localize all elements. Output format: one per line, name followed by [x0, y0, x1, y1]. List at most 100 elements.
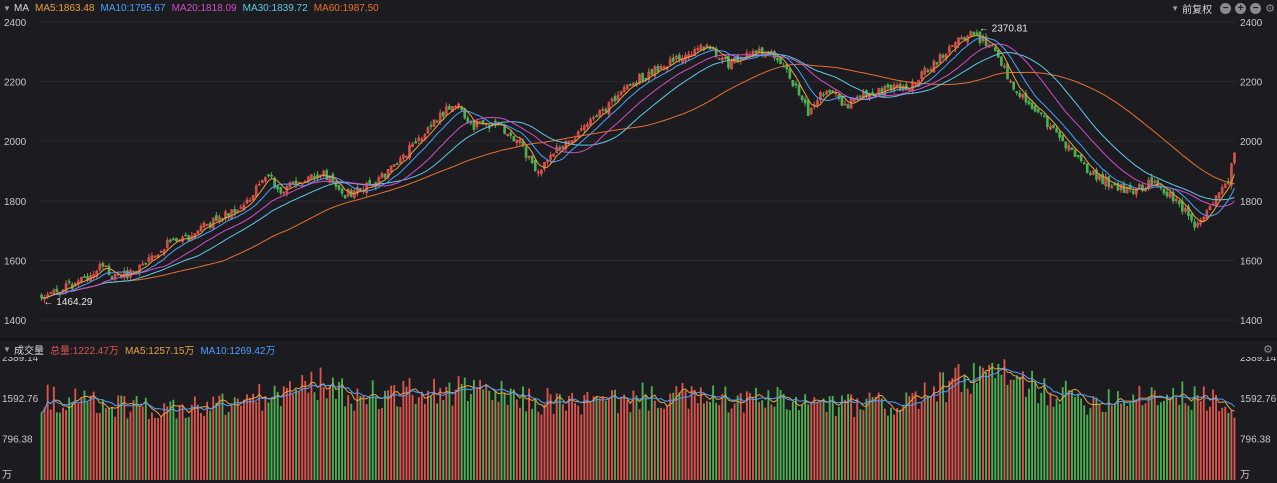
candle-body: [1101, 173, 1104, 185]
volume-bar: [427, 390, 429, 480]
gear-icon[interactable]: ⚙: [1263, 341, 1273, 357]
chart-toolbar: ▼ 前复权 − + − ⚙: [1168, 0, 1275, 16]
indicator-name[interactable]: MA: [14, 3, 29, 14]
volume-bar: [561, 404, 564, 480]
candle-body: [1030, 102, 1034, 109]
volume-bar: [871, 397, 874, 480]
volume-bar: [745, 391, 748, 480]
volume-bar: [558, 394, 561, 480]
ma10-line: [41, 37, 1235, 299]
volume-bar: [782, 393, 785, 480]
plus-circle-icon[interactable]: +: [1235, 2, 1247, 14]
volume-bar: [1095, 397, 1098, 480]
low-annotation: ← 1464.29: [44, 297, 93, 308]
gear-icon[interactable]: ⚙: [1265, 2, 1275, 15]
volume-bar: [1218, 411, 1221, 480]
volume-bar: [807, 404, 810, 480]
candle-body: [754, 50, 758, 54]
volume-bar: [261, 410, 264, 480]
volume-bar: [1043, 378, 1046, 480]
volume-bar: [135, 395, 138, 480]
chevron-down-icon[interactable]: ▼: [2, 344, 12, 354]
volume-bar: [911, 393, 914, 480]
candle-body: [1159, 186, 1163, 189]
volume-bar: [1123, 401, 1125, 480]
candle-body: [414, 141, 417, 144]
volume-bar: [975, 382, 978, 480]
volume-bar: [408, 378, 411, 480]
volume-bar: [877, 392, 880, 480]
volume-bar: [607, 399, 610, 480]
volume-bar: [1135, 401, 1138, 480]
volume-bar: [850, 394, 853, 480]
volume-bar: [1209, 406, 1211, 480]
volume-bar: [396, 406, 399, 480]
volume-bar: [239, 405, 242, 480]
volume-bar: [899, 409, 902, 480]
volume-bar: [534, 399, 537, 480]
candle-body: [1089, 172, 1092, 175]
candle-body: [975, 32, 979, 35]
adjust-mode-select[interactable]: 前复权: [1182, 1, 1212, 16]
candle-body: [184, 234, 187, 237]
volume-bar: [632, 390, 635, 480]
candle-body: [343, 195, 347, 199]
volume-bar: [393, 385, 396, 480]
volume-bar: [439, 387, 442, 480]
volume-bar: [374, 397, 377, 480]
volume-bar: [433, 378, 435, 480]
candle-body: [331, 174, 335, 183]
volume-bar: [479, 379, 481, 480]
volume-bar: [160, 416, 163, 480]
volume-bar: [693, 389, 696, 480]
volume-bar: [1015, 375, 1018, 480]
volume-bar: [859, 409, 862, 480]
candle-body: [886, 84, 890, 88]
volume-bar: [460, 383, 463, 480]
volume-bar: [890, 407, 892, 480]
minus-circle-icon[interactable]: −: [1220, 2, 1232, 14]
volume-bar: [129, 411, 132, 480]
volume-bar: [736, 395, 739, 480]
volume-bar: [390, 385, 393, 480]
chevron-down-icon[interactable]: ▼: [1170, 3, 1180, 13]
candle-body: [172, 238, 175, 241]
volume-bar: [844, 399, 846, 480]
candle-body: [429, 124, 433, 127]
volume-bar: [40, 412, 43, 480]
volume-bar: [663, 408, 665, 480]
volume-bar: [1129, 403, 1132, 480]
volume-bar: [77, 403, 80, 480]
volume-bar: [650, 386, 653, 480]
volume-bar: [1009, 379, 1012, 480]
volume-bar: [721, 394, 724, 480]
volume-bar: [157, 417, 159, 480]
volume-bar: [776, 386, 779, 480]
chevron-down-icon[interactable]: ▼: [2, 3, 12, 13]
volume-bar: [49, 409, 52, 480]
ma5-value: MA5:1863.48: [35, 2, 95, 14]
candle-body: [788, 68, 792, 79]
candle-body: [797, 84, 801, 96]
price-header: ▼ MA MA5:1863.48 MA10:1795.67 MA20:1818.…: [0, 0, 1277, 16]
candle-body: [803, 99, 807, 104]
volume-bar: [442, 399, 445, 480]
volume-bar: [718, 405, 721, 480]
volume-bar: [684, 390, 687, 480]
volume-bar: [1184, 403, 1187, 480]
close-circle-icon[interactable]: −: [1250, 2, 1262, 14]
volume-indicator-name[interactable]: 成交量: [14, 342, 44, 357]
candle-body: [435, 120, 439, 123]
volume-bar: [528, 388, 531, 480]
volume-bar: [316, 400, 319, 480]
volume-bar: [1187, 405, 1190, 480]
volume-bar: [350, 403, 353, 480]
volume-bar: [473, 380, 475, 480]
volume-bar: [295, 389, 297, 480]
stock-chart[interactable]: 2400 2400 2200 2200 2000 2000 1800 1800 1600 1600…: [0, 0, 1277, 483]
volume-bar: [785, 409, 788, 480]
volume-bar: [1071, 390, 1073, 480]
volume-bar: [896, 408, 899, 480]
volume-bar: [230, 404, 233, 480]
volume-bar: [706, 400, 708, 480]
